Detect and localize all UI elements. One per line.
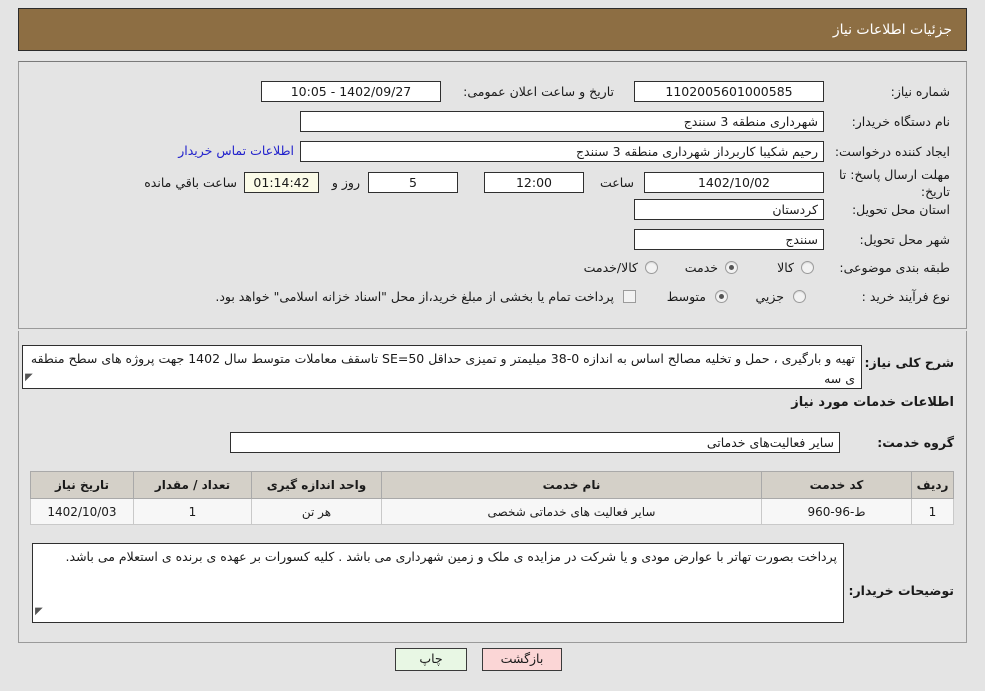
print-button[interactable]: چاپ (395, 648, 467, 671)
cell-date: 1402/10/03 (30, 498, 134, 525)
days-remaining-value[interactable]: 5 (368, 172, 458, 193)
page-title: جزئیات اطلاعات نیاز (832, 21, 952, 38)
announce-datetime-label: تاریخ و ساعت اعلان عمومی: (463, 84, 614, 99)
buyer-notes-textarea[interactable]: پرداخت بصورت تهاتر با عوارض مودی و یا شر… (32, 543, 844, 623)
service-group-value[interactable]: سایر فعالیت‌های خدماتی (230, 432, 840, 453)
services-table: ردیف کد خدمت نام خدمت واحد اندازه گیری ت… (30, 471, 954, 525)
services-section-heading: اطلاعات خدمات مورد نیاز (791, 395, 954, 410)
hour-label: ساعت (599, 175, 634, 190)
process-radio-motavaset[interactable] (715, 290, 728, 303)
need-info-panel: شماره نیاز: 1102005601000585 تاریخ و ساع… (18, 61, 967, 329)
page-header: جزئیات اطلاعات نیاز (18, 8, 967, 51)
th-unit: واحد اندازه گیری (251, 471, 382, 499)
payment-note-label: پرداخت تمام یا بخشی از مبلغ خرید،از محل … (215, 289, 614, 304)
city-value[interactable]: سنندج (634, 229, 824, 250)
resize-grip-icon-notes[interactable]: ◥ (35, 602, 43, 622)
city-label: شهر محل تحویل: (859, 232, 950, 247)
table-row[interactable]: 1 ط-96-960 سایر فعالیت های خدماتی شخصی ه… (30, 498, 954, 525)
announce-datetime-value[interactable]: 1402/09/27 - 10:05 (261, 81, 441, 102)
back-button[interactable]: بازگشت (482, 648, 562, 671)
requester-label: ایجاد کننده درخواست: (834, 144, 950, 159)
cell-unit: هر تن (251, 498, 382, 525)
category-label: طبقه بندی موضوعی: (839, 260, 950, 275)
category-option-label-0: کالا (777, 260, 794, 275)
buyer-org-label: نام دستگاه خریدار: (851, 114, 950, 129)
th-date: تاریخ نیاز (30, 471, 134, 499)
th-name: نام خدمت (381, 471, 762, 499)
cell-qty: 1 (133, 498, 252, 525)
process-option-label-1: متوسط (666, 289, 706, 304)
payment-note-checkbox[interactable] (623, 290, 636, 303)
remaining-hours-label: ساعت باقي مانده (144, 175, 237, 190)
th-row: ردیف (911, 471, 954, 499)
need-description-text: تهیه و بارگیری ، حمل و تخلیه مصالح اساس … (30, 351, 855, 386)
cell-row: 1 (911, 498, 954, 525)
page-root: جزئیات اطلاعات نیاز AriaTender.net شماره… (0, 0, 985, 691)
need-description-textarea[interactable]: تهیه و بارگیری ، حمل و تخلیه مصالح اساس … (22, 345, 862, 389)
table-header-row: ردیف کد خدمت نام خدمت واحد اندازه گیری ت… (30, 471, 954, 499)
countdown-timer-value: 01:14:42 (244, 172, 319, 193)
buyer-contact-link[interactable]: اطلاعات تماس خریدار (178, 143, 294, 158)
service-group-label: گروه خدمت: (877, 435, 954, 450)
buyer-notes-label: توضیحات خریدار: (848, 583, 954, 598)
hour-value[interactable]: 12:00 (484, 172, 584, 193)
resize-grip-icon[interactable]: ◥ (25, 368, 33, 388)
province-label: استان محل تحویل: (851, 202, 950, 217)
need-number-label: شماره نیاز: (890, 84, 950, 99)
category-radio-kala-khedmat[interactable] (645, 261, 658, 274)
category-option-label-1: خدمت (684, 260, 718, 275)
process-radio-jozii[interactable] (793, 290, 806, 303)
cell-name: سایر فعالیت های خدماتی شخصی (381, 498, 762, 525)
province-value[interactable]: کردستان (634, 199, 824, 220)
category-radio-kala[interactable] (801, 261, 814, 274)
need-number-value[interactable]: 1102005601000585 (634, 81, 824, 102)
details-panel: شرح کلی نیاز: تهیه و بارگیری ، حمل و تخل… (18, 331, 967, 643)
process-option-label-0: جزیي (755, 289, 784, 304)
th-qty: تعداد / مقدار (133, 471, 252, 499)
process-label: نوع فرآیند خرید : (861, 289, 950, 304)
requester-value[interactable]: رحیم شکیبا کاربرداز شهرداری منطقه 3 سنند… (300, 141, 824, 162)
th-code: کد خدمت (761, 471, 912, 499)
days-word-label: روز و (331, 175, 360, 190)
deadline-label: مهلت ارسال پاسخ: تا تاریخ: (839, 167, 950, 199)
category-radio-khedmat[interactable] (725, 261, 738, 274)
buyer-org-value[interactable]: شهرداری منطقه 3 سنندج (300, 111, 824, 132)
category-option-label-2: کالا/خدمت (583, 260, 638, 275)
deadline-date-value[interactable]: 1402/10/02 (644, 172, 824, 193)
cell-code: ط-96-960 (761, 498, 912, 525)
buyer-notes-text: پرداخت بصورت تهاتر با عوارض مودی و یا شر… (65, 549, 837, 564)
need-description-label: شرح کلی نیاز: (864, 355, 954, 370)
